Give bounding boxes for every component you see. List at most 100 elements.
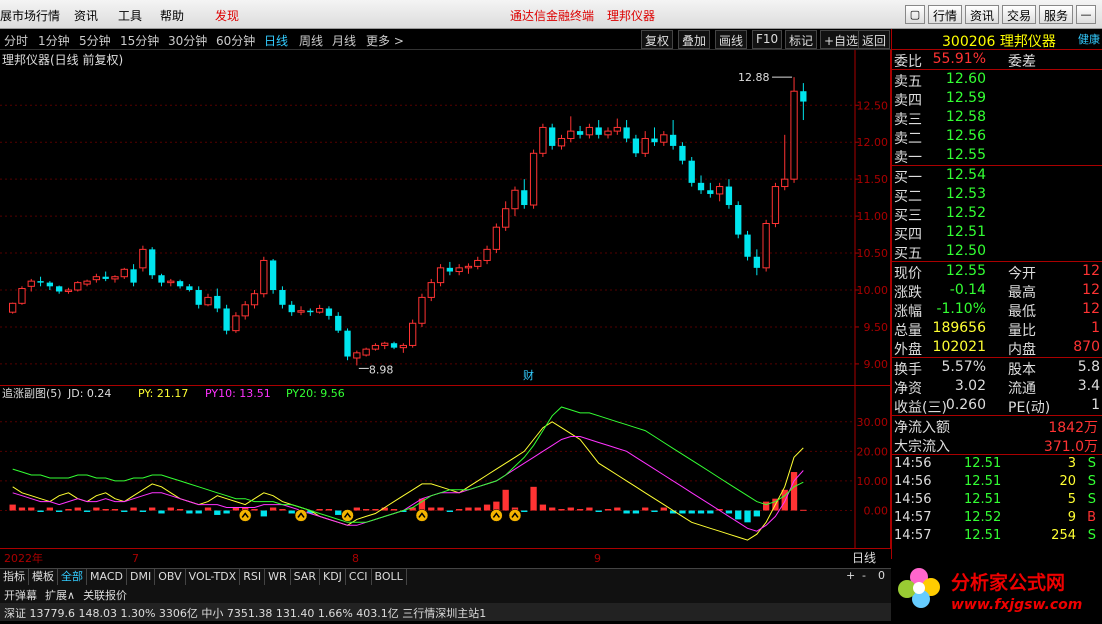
- candle-body: [697, 182, 705, 191]
- jd-bar: [149, 507, 156, 511]
- finance-marker[interactable]: 财: [523, 368, 534, 382]
- period-30min[interactable]: 30分钟: [168, 32, 207, 49]
- stat-value-2: 12: [1082, 301, 1100, 317]
- service-button[interactable]: 服务: [1039, 5, 1074, 24]
- jd-bar: [74, 507, 81, 511]
- period-5min[interactable]: 5分钟: [79, 32, 111, 49]
- tab-kdj[interactable]: KDJ: [320, 569, 346, 585]
- indicator-tick-label: 0.00: [864, 505, 889, 518]
- zoom-in-button[interactable]: +: [846, 569, 855, 582]
- stat-value: -1.10%: [936, 301, 986, 317]
- jd-bar: [372, 509, 379, 511]
- kline-chart[interactable]: 理邦仪器(日线 前复权) 12.50 12.00 11.50 11.00 10.50 10…: [0, 50, 891, 385]
- candle-body: [474, 259, 482, 267]
- bid-price: 12.54: [945, 167, 986, 183]
- signal-icon: [490, 509, 503, 522]
- ask-price: 12.56: [945, 128, 986, 144]
- minimize-icon[interactable]: —: [1076, 5, 1096, 24]
- stat-value: 12.55: [945, 263, 986, 279]
- tab-macd[interactable]: MACD: [87, 569, 127, 585]
- period-monthly[interactable]: 月线: [332, 32, 356, 49]
- fund-value: 0.260: [945, 397, 986, 413]
- tab-dmi[interactable]: DMI: [127, 569, 156, 585]
- menu-tools[interactable]: 工具: [118, 7, 142, 24]
- menu-news[interactable]: 资讯: [74, 7, 98, 24]
- fund-label-2: PE(动): [1008, 400, 1051, 416]
- indicator-title: 追涨副图(5): [2, 386, 62, 400]
- tab-sar[interactable]: SAR: [291, 569, 320, 585]
- period-60min[interactable]: 60分钟: [216, 32, 255, 49]
- candle-body: [744, 234, 751, 257]
- price-tick-label: 12.00: [857, 136, 889, 149]
- jd-bar: [753, 510, 760, 517]
- draw-button[interactable]: 画线: [715, 30, 748, 49]
- expand-button[interactable]: 扩展∧: [41, 585, 79, 605]
- zoom-out-button[interactable]: -: [862, 569, 866, 582]
- candle-body: [204, 296, 212, 306]
- candle-body: [279, 290, 286, 305]
- add-watch-button[interactable]: +自选: [820, 30, 863, 49]
- tab-all[interactable]: 全部: [58, 569, 87, 585]
- menu-discover[interactable]: 发现: [215, 7, 239, 24]
- tab-wr[interactable]: WR: [265, 569, 291, 585]
- jd-bar: [335, 510, 342, 515]
- candle-body: [641, 138, 649, 154]
- menu-help[interactable]: 帮助: [160, 7, 184, 24]
- sector-tag[interactable]: 健康: [1078, 31, 1100, 47]
- bid-price: 12.50: [945, 243, 986, 259]
- mark-button[interactable]: 标记: [785, 30, 818, 49]
- trade-button[interactable]: 交易: [1002, 5, 1037, 24]
- jd-bar: [204, 507, 212, 511]
- restore-icon[interactable]: ▢: [905, 5, 925, 24]
- tab-vol-tdx[interactable]: VOL-TDX: [186, 569, 241, 585]
- zoom-reset-button[interactable]: 0: [878, 569, 885, 582]
- tab-boll[interactable]: BOLL: [372, 569, 407, 585]
- info-button[interactable]: 资讯: [965, 5, 1000, 24]
- f10-button[interactable]: F10: [752, 30, 783, 49]
- period-daily[interactable]: 日线: [264, 32, 288, 49]
- weibi-row: 委比 55.91% 委差: [892, 50, 1102, 70]
- candle-body: [307, 310, 314, 313]
- adjust-button[interactable]: 复权: [641, 30, 674, 49]
- tab-cci[interactable]: CCI: [346, 569, 372, 585]
- related-quote-button[interactable]: 关联报价: [79, 585, 131, 605]
- candle-body: [102, 276, 109, 279]
- candle-body: [753, 256, 760, 268]
- period-more[interactable]: 更多 >: [366, 32, 404, 49]
- indicator-tick-label: 30.00: [857, 416, 889, 429]
- tab-obv[interactable]: OBV: [155, 569, 186, 585]
- weibi-value: 55.91%: [932, 51, 986, 67]
- candle-body: [371, 344, 380, 350]
- ask-price: 12.59: [945, 90, 986, 106]
- quote-button[interactable]: 行情: [928, 5, 963, 24]
- weicha-label: 委差: [1008, 54, 1036, 70]
- stat-label: 现价: [894, 266, 922, 282]
- indicator-chart[interactable]: 追涨副图(5) JD: 0.24 PY: 21.17 PY10: 13.51 P…: [0, 385, 1043, 549]
- tab-template[interactable]: 模板: [29, 569, 58, 585]
- candle-body: [288, 304, 295, 313]
- flow-label: 净流入额: [894, 420, 950, 436]
- menu-market[interactable]: 展市场行情: [0, 7, 60, 24]
- period-15min[interactable]: 15分钟: [120, 32, 159, 49]
- tick-row: 14:56 12.51 3 S: [892, 455, 1102, 473]
- candle-body: [651, 138, 658, 143]
- candle-body: [158, 275, 165, 283]
- danmaku-button[interactable]: 开弹幕: [0, 585, 41, 605]
- period-tick[interactable]: 分时: [4, 32, 28, 49]
- tab-rsi[interactable]: RSI: [240, 569, 266, 585]
- tab-indicator[interactable]: 指标: [0, 569, 29, 585]
- jd-bar: [642, 507, 649, 511]
- candle-body: [250, 293, 259, 306]
- period-weekly[interactable]: 周线: [299, 32, 323, 49]
- back-button[interactable]: 返回: [858, 30, 891, 49]
- signal-icon: [415, 509, 429, 522]
- candle-body: [771, 186, 780, 224]
- stat-row: 外盘 102021 内盘 870: [892, 338, 1102, 358]
- overlay-button[interactable]: 叠加: [678, 30, 711, 49]
- candle-body: [83, 280, 91, 285]
- ask-row: 卖三 12.58: [892, 108, 1102, 128]
- kline-svg: 理邦仪器(日线 前复权) 12.50 12.00 11.50 11.00 10.50 10…: [0, 50, 889, 385]
- candle-body: [167, 280, 175, 284]
- period-1min[interactable]: 1分钟: [38, 32, 70, 49]
- tick-price: 12.51: [964, 492, 1002, 507]
